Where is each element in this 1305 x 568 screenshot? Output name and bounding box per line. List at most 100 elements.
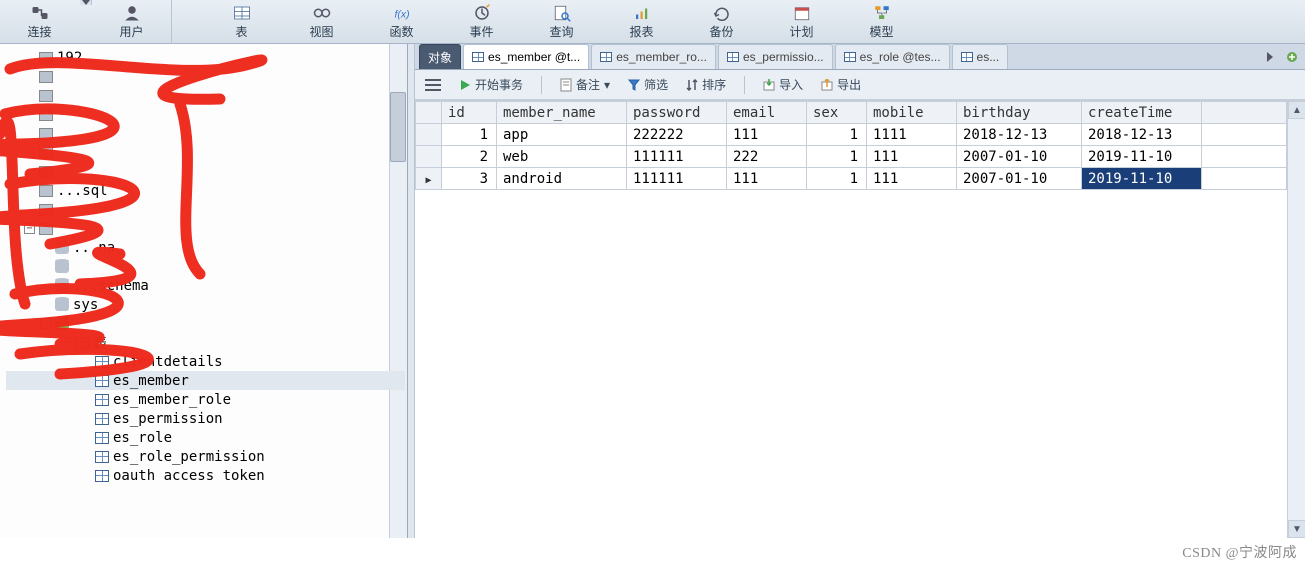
grid-cell[interactable]: web [497,146,627,168]
tree-item[interactable] [6,86,405,105]
grid-cell[interactable]: 2019-11-10 [1082,168,1202,190]
tree-table-item[interactable]: es_member_role [6,390,405,409]
import-button[interactable]: 导入 [759,74,807,95]
grid-cell[interactable]: 2007-01-10 [957,146,1082,168]
menu-button[interactable] [421,75,445,95]
grid-row-header[interactable] [416,146,442,168]
note-button[interactable]: 备注 ▾ [556,74,614,95]
grid-cell[interactable]: 2018-12-13 [957,124,1082,146]
tab-item[interactable]: es_role @tes... [835,44,950,69]
grid-column-header[interactable]: createTime [1082,102,1202,124]
tree-item[interactable] [6,105,405,124]
filter-button[interactable]: 筛选 [624,74,672,95]
tree-item[interactable]: ...sql [6,181,405,200]
toolbar-plan-button[interactable]: 计划 [762,0,842,44]
grid-column-header[interactable]: sex [807,102,867,124]
toolbar-connect-dropdown[interactable] [80,0,92,5]
data-grid[interactable]: id member_name password email sex mobile… [415,101,1287,190]
tab-object[interactable]: 对象 [419,44,461,69]
tree-item[interactable] [6,143,405,162]
event-icon [471,4,493,22]
grid-cell[interactable]: 1 [807,168,867,190]
grid-cell[interactable]: 2 [442,146,497,168]
tree-table-item[interactable]: es_role_permission [6,447,405,466]
collapse-icon[interactable]: − [40,318,51,329]
connection-tree[interactable]: 192. ...sql − ...na ...schema sys − −表 c… [0,44,407,487]
tree-item[interactable] [6,162,405,181]
tree-item[interactable]: 192. [6,48,405,67]
grid-cell[interactable]: 2018-12-13 [1082,124,1202,146]
grid-row[interactable]: 3android11111111111112007-01-102019-11-1… [416,168,1287,190]
grid-cell[interactable]: 1 [442,124,497,146]
tree-item[interactable] [6,67,405,86]
tree-table-item[interactable]: oauth access token [6,466,405,485]
toolbar-query-button[interactable]: 查询 [522,0,602,44]
toolbar-report-button[interactable]: 报表 [602,0,682,44]
toolbar-function-button[interactable]: f(x) 函数 [362,0,442,44]
sort-button[interactable]: 排序 [682,74,730,95]
grid-column-header [1202,102,1287,124]
tree-item-sys[interactable]: sys [6,295,405,314]
tree-item[interactable] [6,257,405,276]
collapse-icon[interactable]: − [24,223,35,234]
tab-item[interactable]: es... [952,44,1009,69]
tree-item-tables-node[interactable]: −表 [6,333,405,352]
grid-cell[interactable]: 2007-01-10 [957,168,1082,190]
grid-cell[interactable]: 111 [727,168,807,190]
grid-cell[interactable]: 111 [867,146,957,168]
toolbar-user-button[interactable]: 用户 [92,0,172,44]
grid-row-header[interactable] [416,124,442,146]
grid-column-header[interactable]: password [627,102,727,124]
grid-column-header[interactable]: id [442,102,497,124]
tab-item[interactable]: es_member_ro... [591,44,716,69]
tab-item[interactable]: es_permissio... [718,44,833,69]
toolbar-table-button[interactable]: 表 [202,0,282,44]
tree-item[interactable]: ...schema [6,276,405,295]
grid-column-header[interactable]: email [727,102,807,124]
grid-cell[interactable]: 111 [727,124,807,146]
scroll-down-button[interactable]: ▼ [1288,520,1305,538]
toolbar-model-button[interactable]: 模型 [842,0,922,44]
toolbar-backup-button[interactable]: 备份 [682,0,762,44]
splitter[interactable] [408,44,415,538]
export-button[interactable]: 导出 [817,74,865,95]
tab-scroll-right[interactable] [1261,48,1279,66]
tab-add-button[interactable] [1283,48,1301,66]
toolbar-connect-button[interactable]: 连接 [0,0,80,44]
grid-cell[interactable]: 3 [442,168,497,190]
tree-item[interactable]: − [6,219,405,238]
tree-item[interactable] [6,124,405,143]
grid-row-header[interactable] [416,168,442,190]
tree-item[interactable] [6,200,405,219]
grid-cell[interactable]: 1 [807,146,867,168]
grid-column-header[interactable]: birthday [957,102,1082,124]
tree-table-item[interactable]: es_role [6,428,405,447]
grid-cell[interactable]: 1111 [867,124,957,146]
tree-table-item[interactable]: clientdetails [6,352,405,371]
grid-cell[interactable]: android [497,168,627,190]
grid-cell[interactable]: 111111 [627,146,727,168]
grid-cell[interactable]: 111 [867,168,957,190]
toolbar-event-button[interactable]: 事件 [442,0,522,44]
collapse-icon[interactable]: − [60,337,71,348]
grid-column-header[interactable]: mobile [867,102,957,124]
grid-column-header[interactable]: member_name [497,102,627,124]
tree-item-db[interactable]: − [6,314,405,333]
tree-item[interactable]: ...na [6,238,405,257]
tree-table-item[interactable]: es_permission [6,409,405,428]
scroll-up-button[interactable]: ▲ [1288,101,1305,119]
tree-table-item-selected[interactable]: es_member [6,371,405,390]
toolbar-view-button[interactable]: 视图 [282,0,362,44]
grid-corner[interactable] [416,102,442,124]
begin-transaction-button[interactable]: 开始事务 [455,74,527,95]
grid-cell[interactable]: 111111 [627,168,727,190]
grid-cell[interactable]: app [497,124,627,146]
grid-cell[interactable]: 2019-11-10 [1082,146,1202,168]
grid-cell[interactable]: 222 [727,146,807,168]
grid-cell[interactable]: 222222 [627,124,727,146]
tab-item[interactable]: es_member @t... [463,44,589,69]
grid-row[interactable]: 1app222222111111112018-12-132018-12-13 [416,124,1287,146]
grid-scrollbar[interactable]: ▲ ▼ [1287,101,1305,538]
grid-row[interactable]: 2web11111122211112007-01-102019-11-10 [416,146,1287,168]
grid-cell[interactable]: 1 [807,124,867,146]
